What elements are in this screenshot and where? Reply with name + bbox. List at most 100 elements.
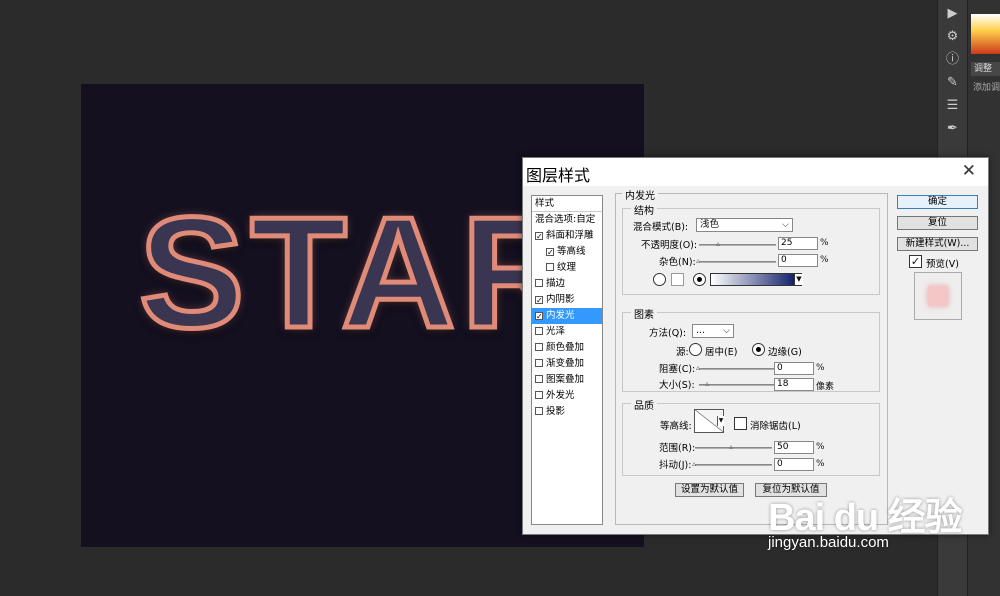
style-item[interactable]: ✓ 内发光 (532, 308, 602, 324)
jitter-slider[interactable]: ▵ (692, 460, 772, 468)
reset-button[interactable]: 复位 (897, 216, 978, 230)
source-edge-label: 边缘(G) (768, 347, 802, 358)
styles-list-header[interactable]: 样式 (532, 196, 602, 212)
style-checkbox[interactable] (535, 407, 543, 415)
chevron-down-icon: ⌵ (723, 326, 730, 336)
style-item[interactable]: 渐变叠加 (532, 356, 602, 372)
source-edge-radio[interactable] (752, 343, 765, 356)
slider-thumb-icon[interactable]: ▵ (716, 240, 723, 248)
style-item[interactable]: 外发光 (532, 388, 602, 404)
styles-list: 样式 混合选项:自定 ✓ 斜面和浮雕 ✓ 等高线 纹理 描边 ✓ 内阴影 ✓ 内发光光泽颜色叠加渐变… (531, 195, 603, 525)
method-label: 方法(Q): (649, 328, 687, 339)
style-checkbox[interactable] (535, 343, 543, 351)
style-checkbox[interactable] (546, 263, 554, 271)
style-checkbox[interactable]: ✓ (535, 312, 543, 321)
style-checkbox[interactable]: ✓ (535, 232, 543, 241)
dialog-titlebar[interactable]: 图层样式 ✕ (523, 158, 988, 186)
dialog-title: 图层样式 (526, 166, 591, 185)
ok-button[interactable]: 确定 (897, 195, 978, 209)
size-input[interactable]: 18 (774, 378, 814, 391)
style-item[interactable]: ✓ 内阴影 (532, 292, 602, 308)
antialias-label: 消除锯齿(L) (750, 421, 801, 432)
style-checkbox[interactable] (535, 327, 543, 335)
quality-title: 品质 (631, 397, 657, 412)
style-item-label: 渐变叠加 (546, 358, 585, 369)
method-value: ... (696, 325, 706, 336)
pen-icon[interactable]: ✒ (942, 120, 964, 138)
watermark-brand: Bai du 经验 (768, 497, 963, 539)
slider-thumb-icon[interactable]: ▵ (696, 364, 703, 372)
opacity-input[interactable]: 25 (778, 237, 818, 250)
style-checkbox[interactable] (535, 279, 543, 287)
jitter-input[interactable]: 0 (774, 458, 814, 471)
blend-mode-select[interactable]: 浅色 ⌵ (696, 218, 793, 232)
structure-group: 结构 混合模式(B): 浅色 ⌵ 不透明度(O): ▵ 25 % 杂色(N): ▵… (622, 202, 880, 295)
source-center-radio[interactable] (689, 343, 702, 356)
tab-adjustments[interactable]: 调整 (971, 62, 1000, 76)
info-icon[interactable]: ⓘ (942, 51, 964, 69)
style-checkbox[interactable] (535, 375, 543, 383)
size-slider[interactable]: ▵ (699, 380, 776, 388)
elements-group: 图素 方法(Q): ... ⌵ 源: 居中(E) 边缘(G) 阻塞(C): ▵ 0… (622, 306, 880, 392)
style-item[interactable]: ✓ 等高线 (532, 244, 602, 260)
brush-icon[interactable]: ✎ (942, 74, 964, 92)
preview-checkbox[interactable]: ✓ (909, 255, 922, 268)
style-item[interactable]: 纹理 (532, 260, 602, 276)
slider-thumb-icon[interactable]: ▵ (692, 460, 699, 468)
elements-title: 图素 (631, 306, 657, 321)
slider-thumb-icon[interactable]: ▵ (705, 380, 712, 388)
close-icon[interactable]: ✕ (962, 161, 976, 181)
slider-thumb-icon[interactable]: ▵ (729, 443, 736, 451)
style-item[interactable]: 光泽 (532, 324, 602, 340)
range-label: 范围(R): (659, 443, 696, 454)
settings-icon[interactable]: ⚙ (942, 28, 964, 46)
range-slider[interactable]: ▵ (695, 443, 772, 451)
contour-label: 等高线: (660, 421, 692, 432)
noise-slider[interactable]: ▵ (696, 257, 776, 265)
choke-unit: % (816, 363, 825, 373)
style-checkbox[interactable]: ✓ (535, 296, 543, 305)
choke-slider[interactable]: ▵ (696, 364, 776, 372)
style-checkbox[interactable] (535, 391, 543, 399)
inner-glow-panel: 内发光 结构 混合模式(B): 浅色 ⌵ 不透明度(O): ▵ 25 % 杂色(N… (615, 187, 888, 525)
gradient-swatch[interactable] (710, 273, 802, 286)
baidu-watermark: Bai du 经验 jingyan.baidu.com (768, 486, 963, 551)
slider-thumb-icon[interactable]: ▵ (696, 257, 703, 265)
layer-style-dialog: 图层样式 ✕ 样式 混合选项:自定 ✓ 斜面和浮雕 ✓ 等高线 纹理 描边 ✓ 内阴影 ✓ 内发光光… (522, 157, 989, 535)
style-checkbox[interactable]: ✓ (546, 248, 554, 257)
dropdown-arrow-icon[interactable]: ▼ (794, 274, 803, 285)
style-checkbox[interactable] (535, 359, 543, 367)
noise-input[interactable]: 0 (778, 254, 818, 267)
set-default-button[interactable]: 设置为默认值 (675, 483, 744, 497)
watermark-url: jingyan.baidu.com (768, 534, 889, 551)
style-item-label: 颜色叠加 (546, 342, 585, 353)
sliders-icon[interactable]: ☰ (942, 97, 964, 115)
style-item[interactable]: 投影 (532, 404, 602, 420)
source-label: 源: (676, 347, 689, 358)
style-item[interactable]: 颜色叠加 (532, 340, 602, 356)
style-item-label: 光泽 (546, 326, 566, 337)
quality-group: 品质 等高线: ▼ 消除锯齿(L) 范围(R): ▵ 50 % 抖动(J): ▵… (622, 397, 880, 476)
new-style-button[interactable]: 新建样式(W)... (897, 237, 978, 251)
opacity-label: 不透明度(O): (641, 240, 698, 251)
range-input[interactable]: 50 (774, 441, 814, 454)
dropdown-arrow-icon[interactable]: ▼ (717, 416, 724, 426)
style-item[interactable]: 图案叠加 (532, 372, 602, 388)
style-item[interactable]: ✓ 斜面和浮雕 (532, 228, 602, 244)
style-item[interactable]: 描边 (532, 276, 602, 292)
opacity-unit: % (820, 238, 829, 248)
color-swatch[interactable] (971, 14, 1000, 54)
chevron-down-icon: ⌵ (782, 220, 789, 230)
adjustments-hint: 添加调 (973, 83, 1000, 93)
choke-input[interactable]: 0 (774, 362, 814, 375)
style-item[interactable]: 混合选项:自定 (532, 212, 602, 228)
antialias-checkbox[interactable] (734, 417, 747, 430)
method-select[interactable]: ... ⌵ (692, 324, 734, 338)
gradient-radio[interactable] (693, 273, 706, 286)
contour-picker[interactable]: ▼ (694, 409, 724, 433)
glow-color-swatch[interactable] (671, 273, 684, 286)
play-icon[interactable]: ▶ (942, 5, 964, 23)
color-radio[interactable] (653, 273, 666, 286)
size-unit: 像素 (816, 382, 835, 392)
opacity-slider[interactable]: ▵ (699, 240, 776, 248)
